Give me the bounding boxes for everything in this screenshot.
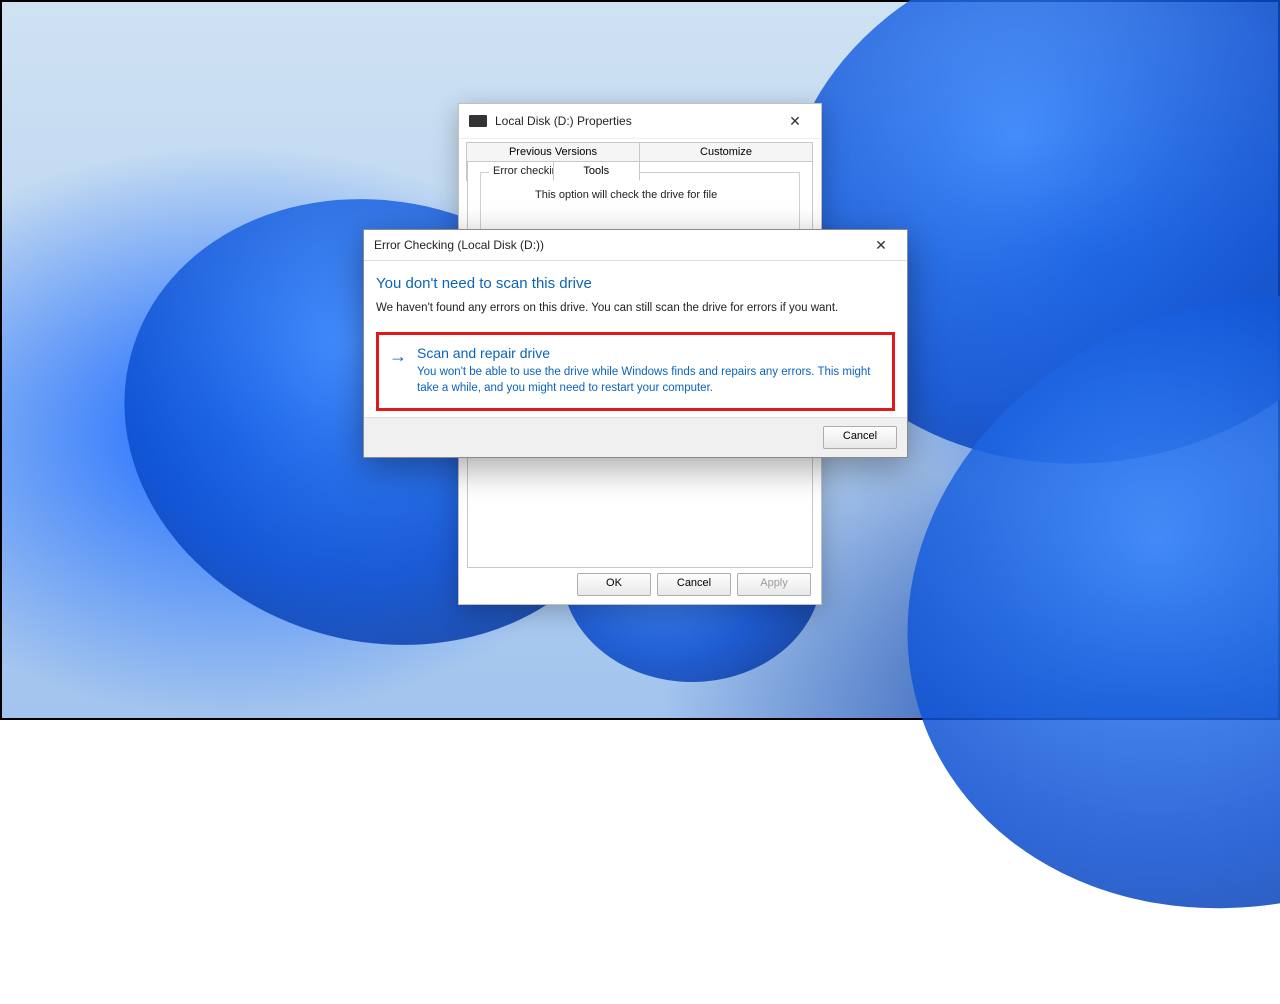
dialog-footer: Cancel: [364, 417, 907, 457]
option-description: You won't be able to use the drive while…: [417, 365, 882, 396]
dialog-heading: You don't need to scan this drive: [376, 275, 895, 292]
option-text: Scan and repair drive You won't be able …: [417, 345, 882, 396]
dialog-titlebar[interactable]: Error Checking (Local Disk (D:)) ✕: [364, 230, 907, 261]
drive-icon: [469, 115, 487, 127]
dialog-title: Error Checking (Local Disk (D:)): [374, 238, 859, 252]
close-icon: ✕: [789, 114, 801, 128]
apply-button: Apply: [737, 573, 811, 596]
dialog-close-button[interactable]: ✕: [859, 230, 903, 260]
dialog-subtext: We haven't found any errors on this driv…: [376, 302, 895, 314]
tab-previous-versions[interactable]: Previous Versions: [466, 142, 640, 162]
close-icon: ✕: [875, 238, 887, 252]
cancel-button[interactable]: Cancel: [657, 573, 731, 596]
error-checking-dialog: Error Checking (Local Disk (D:)) ✕ You d…: [363, 229, 908, 458]
ok-button[interactable]: OK: [577, 573, 651, 596]
arrow-right-icon: →: [389, 347, 407, 396]
group-body-text: This option will check the drive for fil…: [481, 173, 799, 209]
tab-customize[interactable]: Customize: [639, 142, 813, 162]
dialog-cancel-button[interactable]: Cancel: [823, 426, 897, 449]
scan-and-repair-option[interactable]: → Scan and repair drive You won't be abl…: [376, 332, 895, 411]
close-button[interactable]: ✕: [773, 106, 817, 136]
option-title: Scan and repair drive: [417, 345, 882, 361]
tab-tools[interactable]: Tools: [553, 161, 641, 181]
properties-title: Local Disk (D:) Properties: [495, 114, 773, 128]
dialog-content: You don't need to scan this drive We hav…: [364, 261, 907, 417]
properties-button-row: OK Cancel Apply: [577, 573, 811, 596]
properties-titlebar[interactable]: Local Disk (D:) Properties ✕: [459, 104, 821, 139]
